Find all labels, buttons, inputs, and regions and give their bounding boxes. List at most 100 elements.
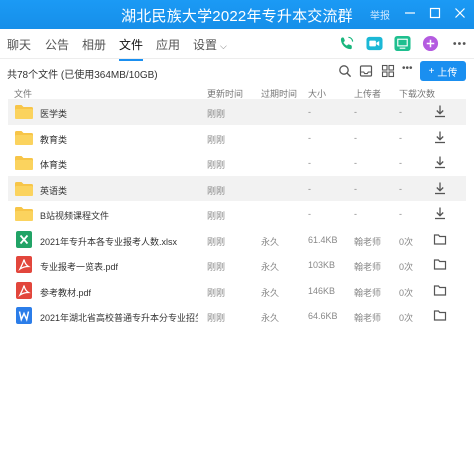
- file-downloads: 0次: [399, 236, 414, 247]
- upload-plus-icon: +: [428, 65, 435, 77]
- download-icon[interactable]: [433, 104, 447, 118]
- folder-icon: [15, 181, 33, 196]
- more-icon[interactable]: •••: [402, 63, 413, 77]
- excel-icon: [16, 230, 32, 248]
- file-name[interactable]: 专业报考一览表.pdf: [40, 260, 118, 273]
- file-row[interactable]: 2021年专升本各专业报考人数.xlsx 刚刚 永久 61.4KB 翰老师 0次: [8, 227, 466, 253]
- file-updated: 刚刚: [207, 287, 226, 298]
- file-size: -: [308, 209, 311, 219]
- upload-button[interactable]: + 上传: [420, 61, 466, 81]
- tab-chat[interactable]: 聊天: [7, 36, 31, 53]
- file-downloads: -: [399, 107, 402, 117]
- open-folder-icon[interactable]: [433, 283, 447, 297]
- file-updated: 刚刚: [207, 211, 226, 221]
- file-updated: 刚刚: [207, 236, 226, 247]
- tab-announcements[interactable]: 公告: [45, 36, 69, 53]
- file-row[interactable]: 体育类 刚刚 - - -: [8, 150, 466, 176]
- open-folder-icon[interactable]: [433, 257, 447, 271]
- search-icon[interactable]: [338, 64, 352, 78]
- file-downloads: -: [399, 158, 402, 168]
- file-name[interactable]: 英语类: [40, 184, 67, 197]
- file-expires: 永久: [261, 236, 280, 247]
- open-folder-icon[interactable]: [433, 232, 447, 246]
- folder-icon: [15, 156, 33, 170]
- file-expires: 永久: [261, 262, 280, 272]
- file-uploader: -: [354, 183, 357, 194]
- file-size: -: [308, 158, 311, 168]
- report-link[interactable]: 举报: [370, 7, 390, 22]
- folder-icon: [15, 207, 33, 221]
- file-row[interactable]: 专业报考一览表.pdf 刚刚 永久 103KB 翰老师 0次: [8, 252, 466, 278]
- file-uploader: 翰老师: [354, 262, 382, 272]
- file-count-label: 共78个文件 (已使用364MB/10GB): [7, 70, 158, 81]
- file-size: 64.6KB: [308, 311, 338, 321]
- file-row[interactable]: 参考教材.pdf 刚刚 永久 146KB 翰老师 0次: [8, 278, 466, 304]
- close-icon[interactable]: [452, 5, 468, 21]
- tab-files[interactable]: 文件: [119, 36, 144, 61]
- download-icon[interactable]: [433, 130, 447, 144]
- file-row[interactable]: 2021年湖北省高校普通专升本分专业招生计... 刚刚 永久 64.6KB 翰老师 0次: [8, 303, 466, 329]
- file-updated: 刚刚: [207, 109, 226, 119]
- tab-album[interactable]: 相册: [82, 36, 106, 53]
- file-size: -: [308, 183, 311, 194]
- add-app-icon[interactable]: [422, 35, 439, 52]
- file-name[interactable]: 参考教材.pdf: [40, 286, 91, 299]
- tab-settings[interactable]: 设置 ⌵: [193, 36, 227, 53]
- grid-view-icon[interactable]: [381, 64, 395, 78]
- file-expires: 永久: [261, 287, 280, 298]
- download-icon[interactable]: [433, 206, 447, 220]
- file-name[interactable]: B站视频课程文件: [40, 209, 109, 222]
- classroom-icon[interactable]: [394, 35, 411, 52]
- tab-apps[interactable]: 应用: [156, 36, 180, 53]
- file-toolbar: 共78个文件 (已使用364MB/10GB) ••• + 上传: [0, 60, 474, 84]
- chevron-down-icon: ⌵: [220, 41, 227, 51]
- file-downloads: -: [399, 209, 402, 219]
- minimize-icon[interactable]: [402, 5, 418, 21]
- open-folder-icon[interactable]: [433, 308, 447, 322]
- download-icon[interactable]: [433, 181, 447, 195]
- file-uploader: 翰老师: [354, 313, 382, 323]
- file-name[interactable]: 体育类: [40, 158, 67, 171]
- file-table-header: 文件 更新时间 过期时间 大小 上传者 下载次数: [8, 86, 466, 99]
- file-size: 146KB: [308, 285, 336, 296]
- file-uploader: 翰老师: [354, 236, 382, 247]
- file-downloads: -: [399, 132, 402, 143]
- upload-label: 上传: [437, 67, 458, 79]
- file-name[interactable]: 2021年专升本各专业报考人数.xlsx: [40, 235, 177, 248]
- maximize-icon[interactable]: [427, 5, 443, 21]
- video-call-icon[interactable]: [366, 35, 383, 52]
- file-updated: 刚刚: [207, 262, 226, 272]
- phone-call-icon[interactable]: [338, 35, 355, 52]
- file-name[interactable]: 2021年湖北省高校普通专升本分专业招生计...: [40, 311, 198, 324]
- folder-icon: [15, 130, 33, 145]
- tab-bar: 聊天 公告 相册 文件 应用 设置 ⌵: [0, 29, 474, 61]
- file-downloads: -: [399, 183, 402, 194]
- file-row[interactable]: B站视频课程文件 刚刚 - - -: [8, 201, 466, 227]
- file-row[interactable]: 英语类 刚刚 - - -: [8, 175, 466, 201]
- file-size: -: [308, 107, 311, 117]
- file-row[interactable]: 教育类 刚刚 - - -: [8, 125, 466, 151]
- file-updated: 刚刚: [207, 313, 226, 323]
- file-uploader: -: [354, 158, 357, 168]
- pdf-icon: [16, 256, 32, 273]
- title-bar: 湖北民族大学2022年专升本交流群 举报: [0, 0, 474, 29]
- inbox-icon[interactable]: [359, 64, 373, 78]
- file-name[interactable]: 教育类: [40, 133, 67, 146]
- pdf-icon: [16, 281, 32, 299]
- word-icon: [16, 307, 32, 324]
- file-updated: 刚刚: [207, 185, 226, 196]
- file-uploader: -: [354, 132, 357, 143]
- tab-settings-label: 设置: [193, 38, 218, 52]
- file-updated: 刚刚: [207, 134, 226, 145]
- file-size: 61.4KB: [308, 234, 338, 245]
- file-name[interactable]: 医学类: [40, 107, 67, 120]
- file-downloads: 0次: [399, 287, 414, 298]
- file-expires: 永久: [261, 313, 280, 323]
- download-icon[interactable]: [433, 155, 447, 169]
- more-apps-icon[interactable]: [450, 35, 467, 52]
- file-row[interactable]: 医学类 刚刚 - - -: [8, 99, 466, 125]
- file-downloads: 0次: [399, 313, 414, 323]
- file-uploader: 翰老师: [354, 287, 382, 298]
- folder-icon: [15, 105, 33, 119]
- file-list: 医学类 刚刚 - - - 教育类 刚刚 - - - 体育类 刚刚 - - - 英语类 刚刚 - - - B站视频课程文件…: [8, 99, 466, 329]
